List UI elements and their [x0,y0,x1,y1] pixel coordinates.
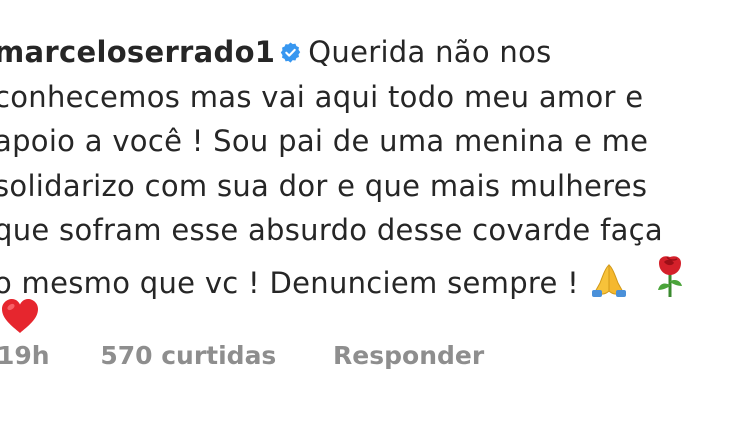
comment-line-2: conhecemos mas vai aqui todo meu amor e [0,75,750,120]
verified-badge-icon [281,42,301,63]
comment-body: marceloserrado1 Querida não nos conhecem… [0,30,750,342]
username-link[interactable]: marceloserrado1 [0,35,275,69]
comment-text-line: o mesmo que vc ! Denunciem sempre ! [0,265,580,300]
comment-line-7 [0,297,750,342]
comment-line-4: solidarizo com sua dor e que mais mulher… [0,164,750,209]
comment-meta: 19h 570 curtidas Responder [0,341,484,370]
likes-count-link[interactable]: 570 curtidas [100,341,276,370]
comment-line-1: marceloserrado1 Querida não nos [0,30,750,75]
comment-text-line: apoio a você ! Sou pai de uma menina e m… [0,124,649,158]
comment-text-line: solidarizo com sua dor e que mais mulher… [0,168,648,203]
comment-line-6: o mesmo que vc ! Denunciem sempre ! [0,253,750,300]
comment-time: 19h [0,341,50,370]
comment-line-5: que sofram esse absurdo desse covarde fa… [0,208,750,253]
reply-button[interactable]: Responder [333,341,484,370]
red-heart-icon [2,299,38,333]
comment-text-line: conhecemos mas vai aqui todo meu amor e [0,79,644,114]
comment-line-3: apoio a você ! Sou pai de uma menina e m… [0,119,750,164]
comment-text-line: que sofram esse absurdo desse covarde fa… [0,213,663,247]
folded-hands-icon [591,263,626,297]
comment-text-line: Querida não nos [308,35,552,69]
rose-icon [658,255,683,297]
